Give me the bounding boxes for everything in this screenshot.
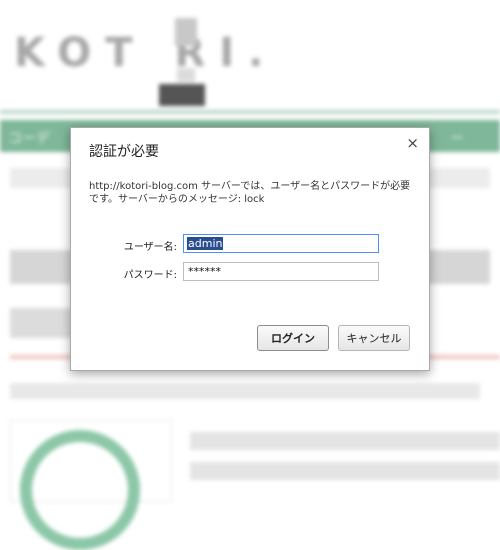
post-excerpt-line	[190, 462, 500, 480]
post-excerpt-line	[190, 432, 500, 450]
username-field[interactable]: admin	[183, 234, 379, 253]
close-icon[interactable]: ×	[406, 134, 419, 152]
password-label: パスワード:	[123, 270, 177, 281]
dialog-message: http://kotori-blog.com サーバーでは、ユーザー名とパスワー…	[89, 181, 411, 205]
thumbnail-circle-icon	[20, 430, 140, 550]
post-meta	[10, 383, 480, 399]
cancel-button[interactable]: キャンセル	[338, 325, 410, 351]
username-value: admin	[187, 237, 224, 250]
dialog-title: 認証が必要	[89, 144, 159, 160]
nav-item-right: ー	[450, 131, 464, 147]
auth-dialog: 認証が必要 × http://kotori-blog.com サーバーでは、ユー…	[70, 127, 430, 371]
login-button[interactable]: ログイン	[257, 325, 329, 351]
username-row: ユーザー名: admin	[71, 234, 431, 256]
nav-item-left: コーデ	[8, 131, 50, 147]
logo-bird-icon	[155, 18, 211, 106]
header-divider	[0, 110, 500, 114]
username-label: ユーザー名:	[123, 242, 177, 253]
password-row: パスワード:	[71, 262, 431, 284]
site-logo: KOT RI.	[14, 30, 278, 76]
password-field[interactable]	[183, 262, 379, 281]
